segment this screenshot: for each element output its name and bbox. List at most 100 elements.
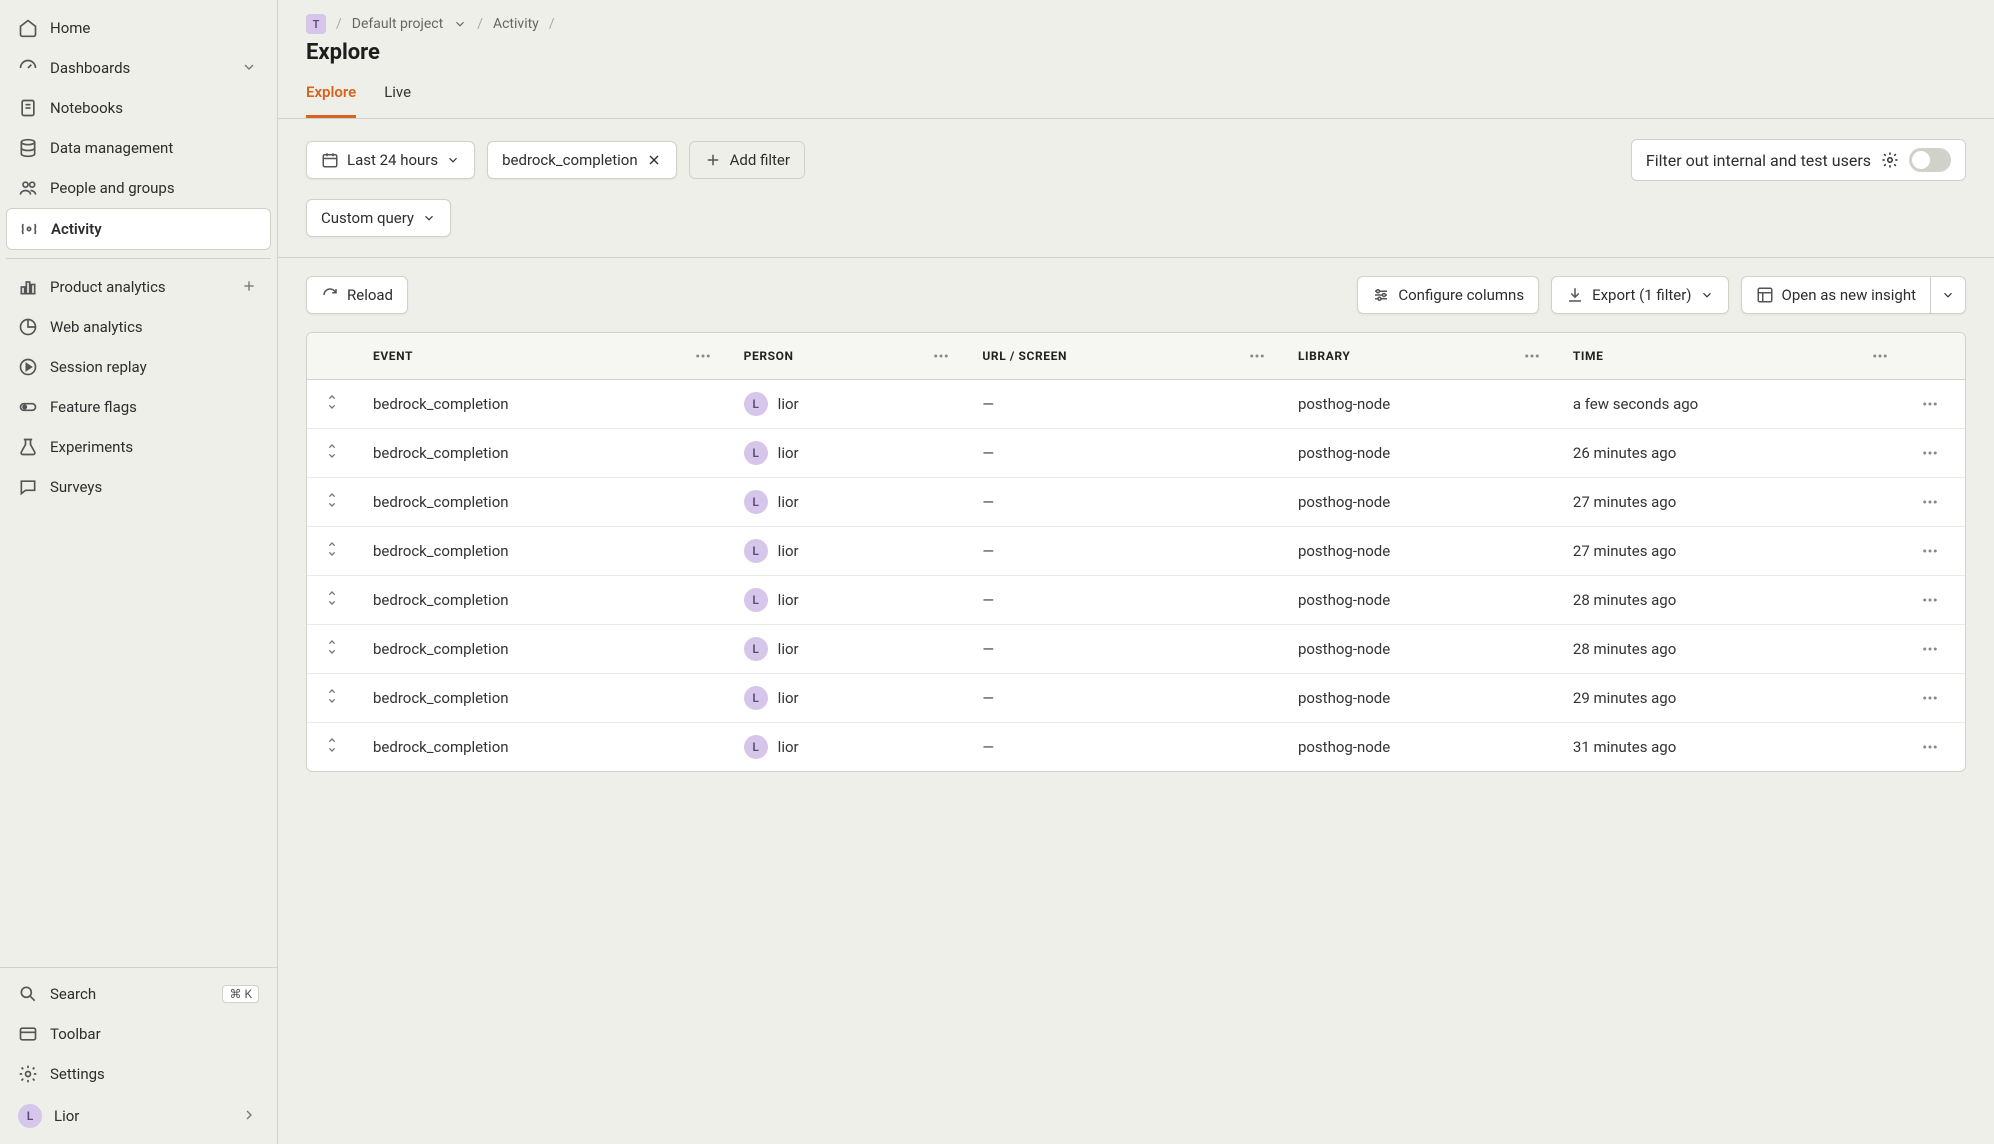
table-row[interactable]: bedrock_completion Llior — posthog-node …: [307, 527, 1965, 576]
breadcrumb-project[interactable]: Default project: [352, 16, 443, 32]
avatar: L: [744, 490, 768, 514]
nav-toolbar[interactable]: Toolbar: [6, 1014, 271, 1054]
chevron-down-icon: [446, 153, 460, 167]
activity-icon: [19, 219, 39, 239]
filter-chip-event[interactable]: bedrock_completion: [487, 141, 677, 179]
expand-row-icon[interactable]: [324, 590, 340, 606]
more-icon[interactable]: [694, 347, 712, 365]
more-icon[interactable]: [1248, 347, 1266, 365]
expand-row-icon[interactable]: [324, 639, 340, 655]
gear-icon[interactable]: [1881, 151, 1899, 169]
expand-row-icon[interactable]: [324, 541, 340, 557]
table-row[interactable]: bedrock_completion Llior — posthog-node …: [307, 625, 1965, 674]
expand-row-icon[interactable]: [324, 443, 340, 459]
nav-settings[interactable]: Settings: [6, 1054, 271, 1094]
custom-query-dropdown[interactable]: Custom query: [306, 199, 451, 237]
nav-web-analytics[interactable]: Web analytics: [6, 307, 271, 347]
cell-person[interactable]: Llior: [728, 380, 967, 429]
cell-person[interactable]: Llior: [728, 723, 967, 772]
cell-event: bedrock_completion: [357, 527, 728, 576]
add-filter-button[interactable]: Add filter: [689, 141, 805, 179]
nav-session-replay[interactable]: Session replay: [6, 347, 271, 387]
row-actions[interactable]: [1905, 429, 1965, 478]
cell-person[interactable]: Llior: [728, 674, 967, 723]
expand-row-icon[interactable]: [324, 688, 340, 704]
row-actions[interactable]: [1905, 674, 1965, 723]
open-insight-button[interactable]: Open as new insight: [1741, 276, 1931, 314]
table-row[interactable]: bedrock_completion Llior — posthog-node …: [307, 723, 1965, 772]
table-row[interactable]: bedrock_completion Llior — posthog-node …: [307, 478, 1965, 527]
chevron-down-icon[interactable]: [453, 17, 467, 31]
cell-time: 28 minutes ago: [1557, 576, 1905, 625]
tab-explore[interactable]: Explore: [306, 83, 356, 118]
chevron-down-icon: [422, 211, 436, 225]
reload-button[interactable]: Reload: [306, 276, 408, 314]
nav-experiments-label: Experiments: [50, 438, 133, 456]
cell-person[interactable]: Llior: [728, 625, 967, 674]
tab-live[interactable]: Live: [384, 83, 411, 118]
cell-event: bedrock_completion: [357, 576, 728, 625]
table-row[interactable]: bedrock_completion Llior — posthog-node …: [307, 429, 1965, 478]
nav-notebooks[interactable]: Notebooks: [6, 88, 271, 128]
table-row[interactable]: bedrock_completion Llior — posthog-node …: [307, 380, 1965, 429]
th-person[interactable]: PERSON: [728, 333, 967, 380]
row-actions[interactable]: [1905, 576, 1965, 625]
avatar: L: [18, 1104, 42, 1128]
nav-surveys[interactable]: Surveys: [6, 467, 271, 507]
expand-row-icon[interactable]: [324, 737, 340, 753]
nav-user[interactable]: L Lior: [6, 1094, 271, 1138]
more-icon[interactable]: [1523, 347, 1541, 365]
nav-feature-flags[interactable]: Feature flags: [6, 387, 271, 427]
cell-event: bedrock_completion: [357, 723, 728, 772]
daterange-picker[interactable]: Last 24 hours: [306, 141, 475, 179]
search-kbd: ⌘ K: [222, 985, 259, 1003]
cell-library: posthog-node: [1282, 625, 1557, 674]
breadcrumb-section[interactable]: Activity: [493, 16, 539, 32]
close-icon[interactable]: [646, 152, 662, 168]
configure-columns-button[interactable]: Configure columns: [1357, 276, 1539, 314]
nav-activity[interactable]: Activity: [6, 208, 271, 250]
cell-person[interactable]: Llior: [728, 429, 967, 478]
expand-row-icon[interactable]: [324, 492, 340, 508]
nav-feature-flags-label: Feature flags: [50, 398, 137, 416]
th-event[interactable]: EVENT: [357, 333, 728, 380]
th-library[interactable]: LIBRARY: [1282, 333, 1557, 380]
export-button[interactable]: Export (1 filter): [1551, 276, 1728, 314]
more-icon[interactable]: [1871, 347, 1889, 365]
toggle-icon: [18, 397, 38, 417]
row-actions[interactable]: [1905, 625, 1965, 674]
nav-search[interactable]: Search ⌘ K: [6, 974, 271, 1014]
cell-person[interactable]: Llior: [728, 478, 967, 527]
nav-experiments[interactable]: Experiments: [6, 427, 271, 467]
open-insight-dropdown[interactable]: [1931, 276, 1966, 314]
home-icon: [18, 18, 38, 38]
main: T / Default project / Activity / Explore…: [278, 0, 1994, 1144]
row-actions[interactable]: [1905, 723, 1965, 772]
nav-people[interactable]: People and groups: [6, 168, 271, 208]
row-actions[interactable]: [1905, 380, 1965, 429]
nav-product-analytics[interactable]: Product analytics: [6, 267, 271, 307]
project-badge[interactable]: T: [306, 14, 326, 34]
cell-person[interactable]: Llior: [728, 527, 967, 576]
expand-row-icon[interactable]: [324, 394, 340, 410]
plus-icon[interactable]: [241, 278, 259, 296]
table-row[interactable]: bedrock_completion Llior — posthog-node …: [307, 674, 1965, 723]
row-actions[interactable]: [1905, 527, 1965, 576]
flask-icon: [18, 437, 38, 457]
cell-person[interactable]: Llior: [728, 576, 967, 625]
row-actions[interactable]: [1905, 478, 1965, 527]
cell-event: bedrock_completion: [357, 674, 728, 723]
header: T / Default project / Activity / Explore: [278, 0, 1994, 65]
th-time[interactable]: TIME: [1557, 333, 1905, 380]
more-icon[interactable]: [932, 347, 950, 365]
cell-time: a few seconds ago: [1557, 380, 1905, 429]
toggle-switch[interactable]: [1909, 148, 1951, 172]
th-expand: [307, 333, 357, 380]
table-row[interactable]: bedrock_completion Llior — posthog-node …: [307, 576, 1965, 625]
nav-dashboards[interactable]: Dashboards: [6, 48, 271, 88]
reload-icon: [321, 286, 339, 304]
chevron-down-icon: [1941, 288, 1955, 302]
nav-data-management[interactable]: Data management: [6, 128, 271, 168]
nav-home[interactable]: Home: [6, 8, 271, 48]
th-url[interactable]: URL / SCREEN: [966, 333, 1282, 380]
